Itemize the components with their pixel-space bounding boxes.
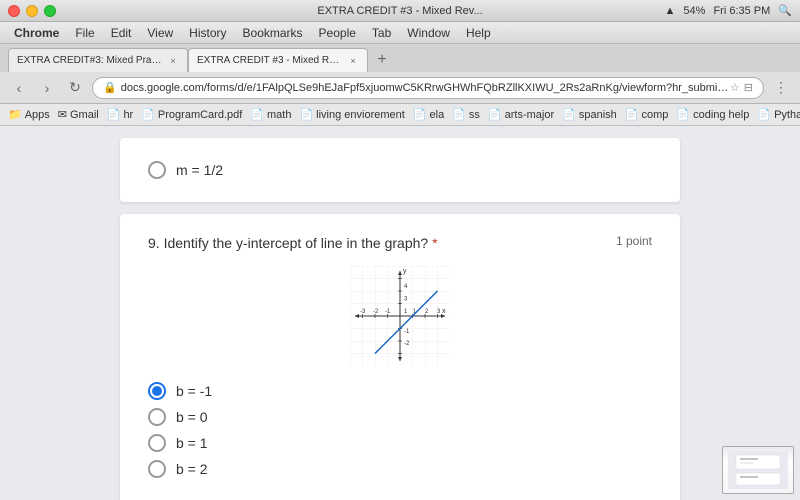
question9-card: 9. Identify the y-intercept of line in t… <box>120 214 680 500</box>
forward-button[interactable]: › <box>36 77 58 99</box>
menu-chrome[interactable]: Chrome <box>8 26 65 40</box>
menu-people[interactable]: People <box>313 26 362 40</box>
back-button[interactable]: ‹ <box>8 77 30 99</box>
answer9-label4: b = 2 <box>176 461 208 477</box>
menu-help[interactable]: Help <box>460 26 497 40</box>
tab-1-close[interactable]: × <box>167 55 179 67</box>
tab-2-label: EXTRA CREDIT #3 - Mixed Rev... <box>197 55 342 66</box>
tab-1-label: EXTRA CREDIT#3: Mixed Prac... <box>17 55 162 66</box>
mini-thumbnail <box>722 446 794 494</box>
menu-edit[interactable]: Edit <box>105 26 138 40</box>
graph9-svg: 4 3 1 -1 -2 -3 -2 -1 1 2 3 x y <box>350 266 450 366</box>
maximize-button[interactable] <box>44 5 56 17</box>
answer9-label2: b = 0 <box>176 409 208 425</box>
tab-2[interactable]: EXTRA CREDIT #3 - Mixed Rev... × <box>188 48 368 72</box>
address-bar-icons: ☆ ⊟ <box>730 81 753 94</box>
menu-window[interactable]: Window <box>401 26 456 40</box>
close-button[interactable] <box>8 5 20 17</box>
answer9-label1: b = -1 <box>176 383 212 399</box>
bookmark-coding[interactable]: 📄 coding help <box>676 108 749 121</box>
menu-file[interactable]: File <box>69 26 100 40</box>
tab-bar: EXTRA CREDIT#3: Mixed Prac... × EXTRA CR… <box>0 44 800 72</box>
radio-partial[interactable] <box>148 161 166 179</box>
bookmark-programcard[interactable]: 📄 ProgramCard.pdf <box>141 108 242 121</box>
question9-header: 9. Identify the y-intercept of line in t… <box>148 234 652 254</box>
battery-level: 54% <box>683 5 705 17</box>
menu-view[interactable]: View <box>141 26 179 40</box>
menu-bookmarks[interactable]: Bookmarks <box>237 26 309 40</box>
svg-text:x: x <box>442 308 446 315</box>
titlebar: EXTRA CREDIT #3 - Mixed Rev... ▲ 54% Fri… <box>0 0 800 22</box>
radio9-1-inner <box>152 386 162 396</box>
bookmark-living[interactable]: 📄 living enviorement <box>299 108 404 121</box>
svg-text:-1: -1 <box>404 329 410 335</box>
bookmark-gmail[interactable]: ✉ Gmail <box>58 108 99 121</box>
partial-answer-option[interactable]: m = 1/2 <box>148 156 652 184</box>
bookmark-comp[interactable]: 📄 comp <box>625 108 669 121</box>
svg-text:-2: -2 <box>404 341 410 347</box>
bookmark-ela[interactable]: 📄 ela <box>413 108 444 121</box>
menu-bar: Chrome File Edit View History Bookmarks … <box>0 22 800 44</box>
answer9-option4[interactable]: b = 2 <box>148 460 652 478</box>
refresh-button[interactable]: ↻ <box>64 77 86 99</box>
mini-thumb-content <box>723 447 793 493</box>
svg-text:y: y <box>403 268 407 275</box>
radio9-2[interactable] <box>148 408 166 426</box>
partial-answer-label: m = 1/2 <box>176 162 223 178</box>
star-icon[interactable]: ☆ <box>730 81 740 94</box>
radio9-4[interactable] <box>148 460 166 478</box>
new-tab-button[interactable]: + <box>372 50 392 70</box>
mini-thumb-svg <box>728 451 788 489</box>
partial-card: m = 1/2 <box>120 138 680 202</box>
bookmarks-bar: 📁 Apps ✉ Gmail 📄 hr 📄 ProgramCard.pdf 📄 … <box>0 104 800 126</box>
traffic-lights <box>8 5 56 17</box>
minimize-button[interactable] <box>26 5 38 17</box>
bookmark-pythagorean[interactable]: 📄 Pythagorean Theo... <box>757 108 800 121</box>
address-bar[interactable]: 🔒 docs.google.com/forms/d/e/1FAlpQLSe9hE… <box>92 77 764 99</box>
question9-number: 9. <box>148 235 160 251</box>
menu-tab[interactable]: Tab <box>366 26 397 40</box>
search-icon[interactable]: 🔍 <box>778 4 792 17</box>
bookmark-arts[interactable]: 📄 arts-major <box>488 108 554 121</box>
menu-history[interactable]: History <box>183 26 232 40</box>
answer9-option3[interactable]: b = 1 <box>148 434 652 452</box>
svg-text:-3: -3 <box>360 309 366 315</box>
question9-required: * <box>432 235 437 251</box>
radio9-3[interactable] <box>148 434 166 452</box>
wifi-icon: ▲ <box>665 5 676 17</box>
answer9-option2[interactable]: b = 0 <box>148 408 652 426</box>
answer9-label3: b = 1 <box>176 435 208 451</box>
svg-text:-2: -2 <box>373 309 379 315</box>
question9-points: 1 point <box>616 234 652 248</box>
bookmark-apps[interactable]: 📁 Apps <box>8 108 50 121</box>
answer9-option1[interactable]: b = -1 <box>148 382 652 400</box>
lock-icon: 🔒 <box>103 81 117 94</box>
clock: Fri 6:35 PM <box>713 5 770 17</box>
url-text: docs.google.com/forms/d/e/1FAlpQLSe9hEJa… <box>121 82 730 94</box>
address-bar-row: ‹ › ↻ 🔒 docs.google.com/forms/d/e/1FAlpQ… <box>0 72 800 104</box>
bookmark-ss[interactable]: 📄 ss <box>452 108 480 121</box>
question9-body: Identify the y-intercept of line in the … <box>164 235 433 251</box>
question9-text: 9. Identify the y-intercept of line in t… <box>148 234 438 254</box>
window-title: EXTRA CREDIT #3 - Mixed Rev... <box>317 5 482 17</box>
reader-icon[interactable]: ⊟ <box>744 81 753 94</box>
radio9-1[interactable] <box>148 382 166 400</box>
tab-2-close[interactable]: × <box>347 55 359 67</box>
svg-text:-1: -1 <box>385 309 391 315</box>
page-content: m = 1/2 9. Identify the y-intercept of l… <box>0 126 800 500</box>
extensions-button[interactable]: ⋮ <box>770 77 792 99</box>
bookmark-hr[interactable]: 📄 hr <box>107 108 133 121</box>
tab-1[interactable]: EXTRA CREDIT#3: Mixed Prac... × <box>8 48 188 72</box>
graph9-container: 4 3 1 -1 -2 -3 -2 -1 1 2 3 x y <box>148 266 652 366</box>
bookmark-spanish[interactable]: 📄 spanish <box>562 108 617 121</box>
bookmark-math[interactable]: 📄 math <box>250 108 291 121</box>
titlebar-right: ▲ 54% Fri 6:35 PM 🔍 <box>665 4 792 17</box>
